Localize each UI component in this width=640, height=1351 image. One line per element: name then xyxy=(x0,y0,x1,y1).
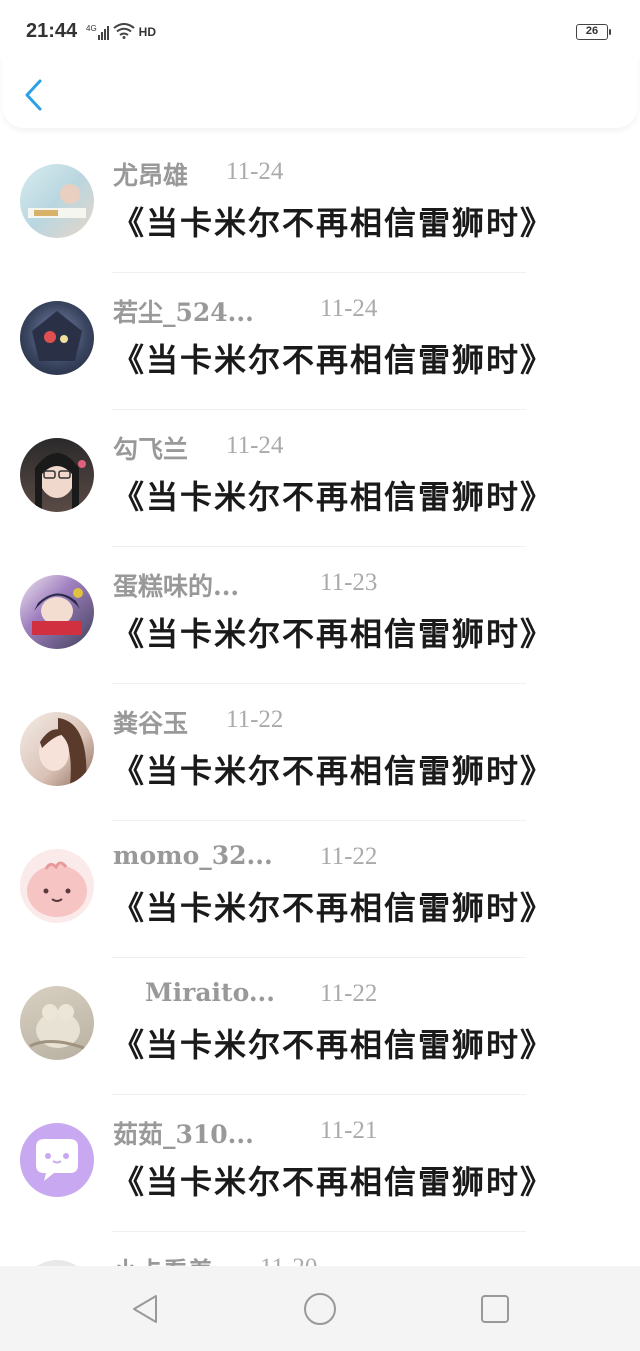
avatar[interactable] xyxy=(20,575,94,649)
status-bar: 21:44 4G HD 26 xyxy=(0,0,640,64)
comment-date: 11-24 xyxy=(320,295,378,322)
comment-date: 11-21 xyxy=(320,1117,378,1144)
comment-text: 《当卡米尔不再相信雷狮时》 xyxy=(112,478,555,516)
list-item[interactable]: 小卡看着 11-20 xyxy=(0,1232,640,1266)
comment-date: 11-20 xyxy=(260,1254,317,1266)
list-item[interactable]: Miraito... 11-22 《当卡米尔不再相信雷狮时》 xyxy=(0,958,640,1095)
nav-recents-icon xyxy=(481,1295,509,1323)
nav-back-button[interactable] xyxy=(128,1292,162,1326)
comment-text: 《当卡米尔不再相信雷狮时》 xyxy=(112,341,555,379)
chevron-left-icon xyxy=(25,79,42,111)
avatar[interactable] xyxy=(20,986,94,1060)
comment-text: 《当卡米尔不再相信雷狮时》 xyxy=(112,615,555,653)
avatar[interactable] xyxy=(20,712,94,786)
avatar[interactable] xyxy=(20,438,94,512)
comment-date: 11-24 xyxy=(226,432,284,459)
avatar[interactable] xyxy=(20,164,94,238)
username[interactable]: momo_32... xyxy=(113,841,293,870)
list-item[interactable]: momo_32... 11-22 《当卡米尔不再相信雷狮时》 xyxy=(0,821,640,958)
nav-home-icon xyxy=(304,1293,336,1325)
comment-text: 《当卡米尔不再相信雷狮时》 xyxy=(112,1163,555,1201)
hd-icon: HD xyxy=(138,25,157,39)
list-item[interactable]: 粪谷玉 11-22 《当卡米尔不再相信雷狮时》 xyxy=(0,684,640,821)
back-button[interactable] xyxy=(20,78,50,112)
comment-date: 11-24 xyxy=(226,158,284,185)
header xyxy=(2,56,638,128)
comment-text: 《当卡米尔不再相信雷狮时》 xyxy=(112,752,555,790)
username[interactable]: Miraito... xyxy=(145,978,325,1007)
navigation-bar xyxy=(0,1266,640,1351)
comment-text: 《当卡米尔不再相信雷狮时》 xyxy=(112,204,555,242)
avatar[interactable] xyxy=(20,1123,94,1197)
status-time: 21:44 xyxy=(26,20,78,42)
nav-recents-button[interactable] xyxy=(478,1292,512,1326)
list-item[interactable]: 尤昂雄 11-24 《当卡米尔不再相信雷狮时》 xyxy=(0,136,640,273)
list-item[interactable]: 茹茹_310... 11-21 《当卡米尔不再相信雷狮时》 xyxy=(0,1095,640,1232)
battery-icon: 26 xyxy=(576,24,611,40)
comment-text: 《当卡米尔不再相信雷狮时》 xyxy=(112,1026,555,1064)
nav-back-icon xyxy=(133,1295,157,1323)
comment-list[interactable]: 尤昂雄 11-24 《当卡米尔不再相信雷狮时》 若尘_524... 11-24 … xyxy=(0,136,640,1266)
network-icon: 4G xyxy=(86,24,109,40)
username[interactable]: 若尘_524... xyxy=(113,293,293,329)
list-item[interactable]: 勾飞兰 11-24 《当卡米尔不再相信雷狮时》 xyxy=(0,410,640,547)
avatar[interactable] xyxy=(20,301,94,375)
comment-date: 11-23 xyxy=(320,569,378,596)
comment-text: 《当卡米尔不再相信雷狮时》 xyxy=(112,889,555,927)
status-icons: 4G HD xyxy=(86,22,156,42)
username[interactable]: 蛋糕味的... xyxy=(113,567,293,603)
list-item[interactable]: 蛋糕味的... 11-23 《当卡米尔不再相信雷狮时》 xyxy=(0,547,640,684)
list-item[interactable]: 若尘_524... 11-24 《当卡米尔不再相信雷狮时》 xyxy=(0,273,640,410)
username[interactable]: 茹茹_310... xyxy=(113,1115,293,1151)
wifi-icon xyxy=(113,22,135,42)
comment-date: 11-22 xyxy=(226,706,284,733)
comment-date: 11-22 xyxy=(320,843,378,870)
comment-date: 11-22 xyxy=(320,980,378,1007)
avatar[interactable] xyxy=(20,849,94,923)
nav-home-button[interactable] xyxy=(303,1292,337,1326)
